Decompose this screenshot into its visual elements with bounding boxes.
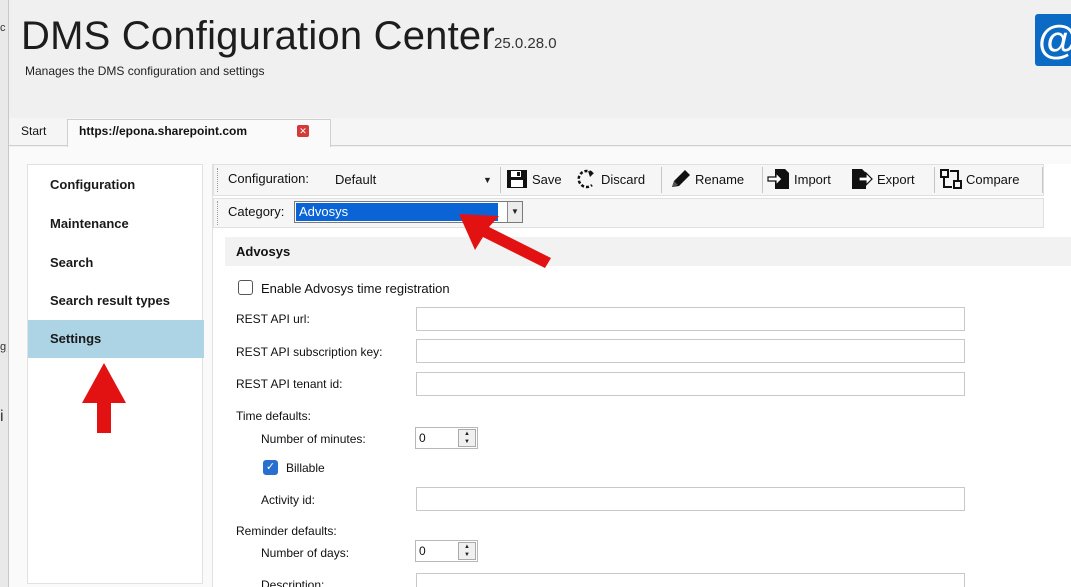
rest-api-url-input[interactable] xyxy=(416,307,965,331)
days-label: Number of days: xyxy=(261,546,350,560)
export-button[interactable]: Export xyxy=(850,166,915,192)
toolbar-separator xyxy=(661,167,662,193)
time-defaults-label: Time defaults: xyxy=(236,409,311,423)
description-label: Description: xyxy=(261,578,325,587)
sidebar-item-maintenance[interactable]: Maintenance xyxy=(28,205,204,243)
app-subtitle: Manages the DMS configuration and settin… xyxy=(25,64,265,78)
billable-label: Billable xyxy=(286,461,325,475)
toolbar-separator xyxy=(1042,167,1043,193)
tenant-id-label: REST API tenant id: xyxy=(236,377,343,391)
toolbar-grip-icon[interactable] xyxy=(217,201,220,225)
app-logo-icon: @ xyxy=(1035,14,1071,66)
minutes-label: Number of minutes: xyxy=(261,432,366,446)
toolbar-separator xyxy=(762,167,763,193)
subscription-key-label: REST API subscription key: xyxy=(236,345,383,359)
rename-button[interactable]: Rename xyxy=(668,166,744,192)
sidebar-item-configuration[interactable]: Configuration xyxy=(28,166,204,204)
app-title: DMS Configuration Center xyxy=(21,14,495,58)
billable-checkbox[interactable]: ✓ xyxy=(263,460,278,475)
toolbar-separator xyxy=(934,167,935,193)
background-window-edge: c g i xyxy=(0,0,9,587)
sidebar-item-search[interactable]: Search xyxy=(28,244,204,282)
discard-icon xyxy=(574,168,598,190)
stepper-arrows-icon[interactable]: ▲ ▼ xyxy=(458,542,476,560)
sidebar-item-search-result-types[interactable]: Search result types xyxy=(28,282,204,320)
compare-label: Compare xyxy=(966,171,1020,187)
background-text-fragment: g xyxy=(0,341,7,353)
import-button[interactable]: Import xyxy=(767,166,831,192)
save-icon xyxy=(505,168,529,190)
stepper-arrows-icon[interactable]: ▲ ▼ xyxy=(458,429,476,447)
toolbar-grip-icon[interactable] xyxy=(217,168,220,192)
background-text-fragment: c xyxy=(0,22,6,34)
activity-id-input[interactable] xyxy=(416,487,965,511)
export-label: Export xyxy=(877,171,915,187)
tab-start[interactable]: Start xyxy=(21,124,46,138)
chevron-down-icon[interactable]: ▼ xyxy=(483,169,492,191)
annotation-arrow-icon xyxy=(82,363,126,433)
rename-label: Rename xyxy=(695,171,745,187)
configuration-label: Configuration: xyxy=(228,171,309,186)
section-title: Advosys xyxy=(236,244,291,259)
app-version: 25.0.28.0 xyxy=(494,35,557,52)
save-button[interactable]: Save xyxy=(505,166,562,192)
section-header xyxy=(225,237,1071,266)
export-icon xyxy=(850,168,874,190)
save-label: Save xyxy=(532,171,562,187)
activity-id-label: Activity id: xyxy=(261,493,316,507)
category-label: Category: xyxy=(228,204,285,219)
compare-button[interactable]: Compare xyxy=(939,166,1019,192)
tenant-id-input[interactable] xyxy=(416,372,965,396)
description-input[interactable] xyxy=(416,573,965,587)
close-tab-icon[interactable]: ✕ xyxy=(297,125,309,137)
discard-label: Discard xyxy=(601,171,646,187)
toolbar-separator xyxy=(500,167,501,193)
pencil-icon xyxy=(668,168,692,190)
enable-advosys-label: Enable Advosys time registration xyxy=(261,281,450,296)
discard-button[interactable]: Discard xyxy=(574,166,645,192)
annotation-arrow-icon xyxy=(459,214,551,268)
rest-api-url-label: REST API url: xyxy=(236,312,310,326)
import-icon xyxy=(767,168,791,190)
configuration-select[interactable]: Default xyxy=(331,169,499,191)
compare-icon xyxy=(939,168,963,190)
reminder-defaults-label: Reminder defaults: xyxy=(236,524,337,538)
enable-advosys-checkbox[interactable] xyxy=(238,280,253,295)
import-label: Import xyxy=(794,171,831,187)
sidebar-item-settings[interactable]: Settings xyxy=(28,320,204,358)
tab-sharepoint-site-label: https://epona.sharepoint.com xyxy=(79,124,248,138)
subscription-key-input[interactable] xyxy=(416,339,965,363)
background-text-fragment: i xyxy=(0,408,4,425)
